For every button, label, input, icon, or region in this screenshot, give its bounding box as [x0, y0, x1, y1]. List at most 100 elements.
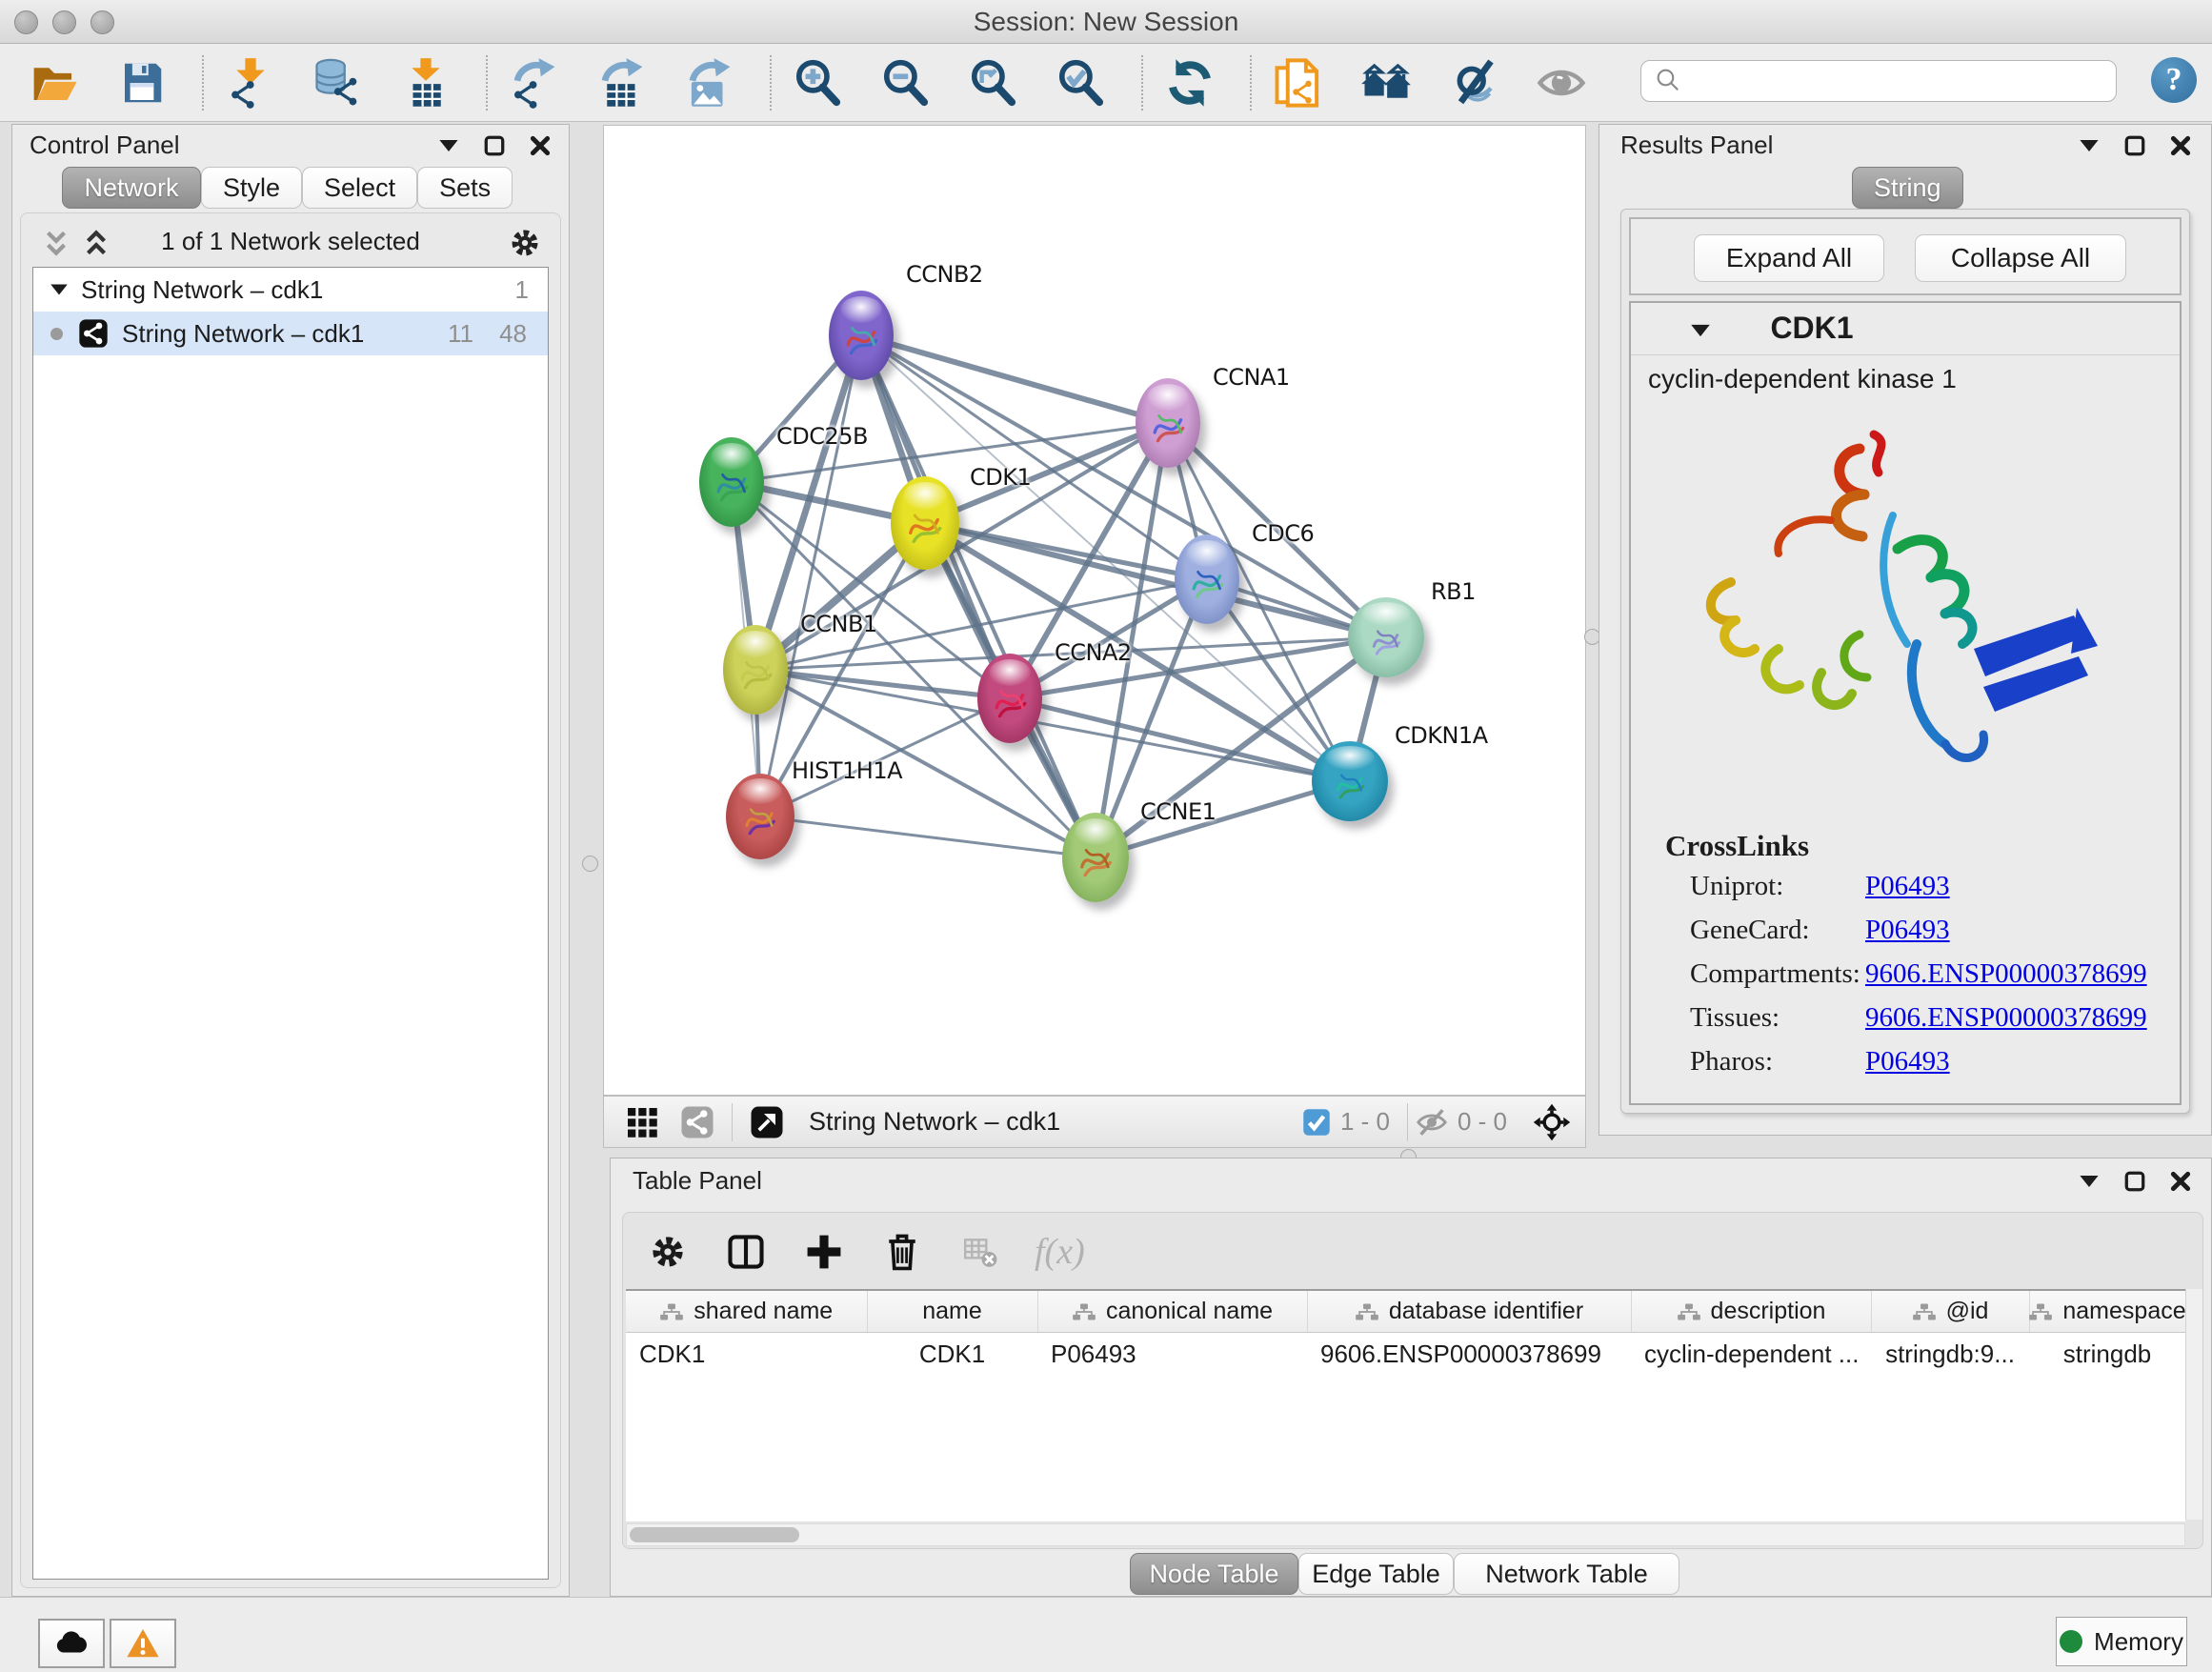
crosslink-link[interactable]: 9606.ENSP00000378699 — [1865, 958, 2147, 990]
network-node-rb1[interactable] — [1348, 597, 1424, 677]
network-node-ccne1[interactable] — [1062, 813, 1129, 902]
protein-ribbon-icon — [736, 648, 775, 698]
expand-all-button[interactable]: Expand All — [1694, 234, 1884, 282]
entry-name: CDK1 — [1631, 311, 1993, 346]
table-cell[interactable]: P06493 — [1037, 1333, 1307, 1376]
zoom-selected-button[interactable] — [1052, 53, 1111, 112]
panel-float-icon[interactable] — [2123, 134, 2146, 157]
tab-network-table[interactable]: Network Table — [1454, 1553, 1679, 1595]
tab-string[interactable]: String — [1852, 167, 1963, 209]
gear-icon[interactable] — [507, 225, 543, 261]
refresh-layout-button[interactable] — [1160, 53, 1219, 112]
tree-expander-icon[interactable] — [49, 280, 70, 299]
zoom-fit-button[interactable] — [964, 53, 1023, 112]
crosslink-link[interactable]: 9606.ENSP00000378699 — [1865, 1002, 2147, 1034]
crosslink-link[interactable]: P06493 — [1865, 871, 1950, 902]
fit-move-icon[interactable] — [1532, 1102, 1572, 1142]
memory-button[interactable]: Memory — [2056, 1617, 2187, 1666]
crosslink-link[interactable]: P06493 — [1865, 915, 1950, 946]
network-node-ccna1[interactable] — [1136, 378, 1200, 468]
network-node-ccnb2[interactable] — [829, 291, 894, 380]
column-header-shared-name[interactable]: shared name — [626, 1291, 867, 1333]
export-table-button[interactable] — [593, 53, 652, 112]
zoom-in-button[interactable] — [789, 53, 848, 112]
scrollbar-thumb[interactable] — [630, 1527, 799, 1542]
column-header--id[interactable]: @id — [1871, 1291, 2029, 1333]
open-session-button[interactable] — [25, 53, 84, 112]
network-node-cdkn1a[interactable] — [1312, 741, 1388, 821]
results-panel: Results Panel String Expand All Collapse… — [1599, 124, 2212, 1136]
zoom-out-button[interactable] — [876, 53, 935, 112]
export-image-button[interactable] — [680, 53, 739, 112]
hide-glass-eye-button[interactable] — [1444, 53, 1503, 112]
panel-menu-icon[interactable] — [437, 134, 460, 157]
table-cell[interactable]: stringdb:9... — [1871, 1333, 2029, 1376]
export-network-button[interactable] — [505, 53, 564, 112]
network-node-cdk1[interactable] — [891, 476, 959, 570]
tab-network[interactable]: Network — [62, 167, 201, 209]
column-header-description[interactable]: description — [1631, 1291, 1871, 1333]
left-splitter-handle[interactable] — [582, 856, 598, 872]
column-header-canonical-name[interactable]: canonical name — [1037, 1291, 1307, 1333]
panel-menu-icon[interactable] — [2078, 1170, 2101, 1193]
collapse-all-button[interactable]: Collapse All — [1915, 234, 2126, 282]
network-row[interactable]: String Network – cdk1 11 48 — [33, 312, 548, 355]
birdseye-grid-icon[interactable] — [625, 1105, 659, 1139]
save-session-button[interactable] — [112, 53, 171, 112]
warning-button[interactable] — [110, 1619, 176, 1668]
import-network-button[interactable] — [221, 53, 280, 112]
cloud-button[interactable] — [38, 1619, 105, 1668]
table-horizontal-scrollbar[interactable] — [626, 1523, 2185, 1546]
node-table[interactable]: shared namenamecanonical namedatabase id… — [626, 1289, 2185, 1521]
panel-float-icon[interactable] — [2123, 1170, 2146, 1193]
network-node-count: 11 — [448, 319, 473, 349]
table-cell[interactable]: CDK1 — [867, 1333, 1037, 1376]
tab-edge-table[interactable]: Edge Table — [1298, 1553, 1454, 1595]
string-home-button[interactable] — [1357, 53, 1416, 112]
delete-column-trash-icon[interactable] — [878, 1228, 926, 1276]
entry-header[interactable]: CDK1 — [1631, 303, 2180, 355]
search-box[interactable] — [1640, 60, 2117, 102]
share-network-icon[interactable] — [680, 1105, 714, 1139]
column-header-database-identifier[interactable]: database identifier — [1307, 1291, 1631, 1333]
search-input[interactable] — [1691, 66, 2116, 97]
table-cell[interactable]: cyclin-dependent ... — [1631, 1333, 1871, 1376]
panel-close-icon[interactable] — [529, 134, 552, 157]
add-column-icon[interactable] — [800, 1228, 848, 1276]
column-header-namespace[interactable]: namespace — [2029, 1291, 2185, 1333]
select-columns-icon[interactable] — [722, 1228, 770, 1276]
tab-style[interactable]: Style — [201, 167, 302, 209]
network-share-icon — [78, 318, 109, 349]
main-toolbar: ? — [0, 44, 2212, 122]
network-node-ccnb1[interactable] — [723, 625, 788, 715]
network-node-ccna2[interactable] — [977, 654, 1042, 743]
tab-select[interactable]: Select — [302, 167, 417, 209]
panel-menu-icon[interactable] — [2078, 134, 2101, 157]
tab-node-table[interactable]: Node Table — [1130, 1553, 1298, 1595]
open-in-browser-icon[interactable] — [750, 1105, 784, 1139]
import-table-button[interactable] — [396, 53, 455, 112]
import-network-from-database-button[interactable] — [309, 53, 368, 112]
tab-sets[interactable]: Sets — [417, 167, 513, 209]
show-eye-button[interactable] — [1532, 53, 1591, 112]
network-collection-row[interactable]: String Network – cdk1 1 — [33, 268, 548, 312]
network-node-cdc25b[interactable] — [699, 437, 764, 527]
table-settings-gear-icon[interactable] — [644, 1228, 692, 1276]
table-row[interactable]: CDK1CDK1P064939606.ENSP00000378699cyclin… — [626, 1333, 2185, 1376]
selected-checkbox-icon[interactable] — [1302, 1108, 1331, 1137]
table-vertical-scrollbar[interactable] — [2185, 1289, 2202, 1520]
table-cell[interactable]: stringdb — [2029, 1333, 2185, 1376]
panel-close-icon[interactable] — [2169, 134, 2192, 157]
help-button[interactable]: ? — [2151, 57, 2197, 103]
panel-float-icon[interactable] — [483, 134, 506, 157]
network-canvas[interactable]: CCNB2CCNA1CDC25BCDK1CDC6RB1CCNB1CCNA2CDK… — [603, 125, 1586, 1096]
network-node-cdc6[interactable] — [1175, 534, 1239, 624]
string-import-button[interactable] — [1269, 53, 1328, 112]
table-cell[interactable]: CDK1 — [626, 1333, 867, 1376]
column-header-name[interactable]: name — [867, 1291, 1037, 1333]
network-node-hist1h1a[interactable] — [726, 774, 794, 859]
table-cell[interactable]: 9606.ENSP00000378699 — [1307, 1333, 1631, 1376]
protein-structure-image — [1679, 406, 2126, 816]
crosslink-link[interactable]: P06493 — [1865, 1046, 1950, 1078]
panel-close-icon[interactable] — [2169, 1170, 2192, 1193]
